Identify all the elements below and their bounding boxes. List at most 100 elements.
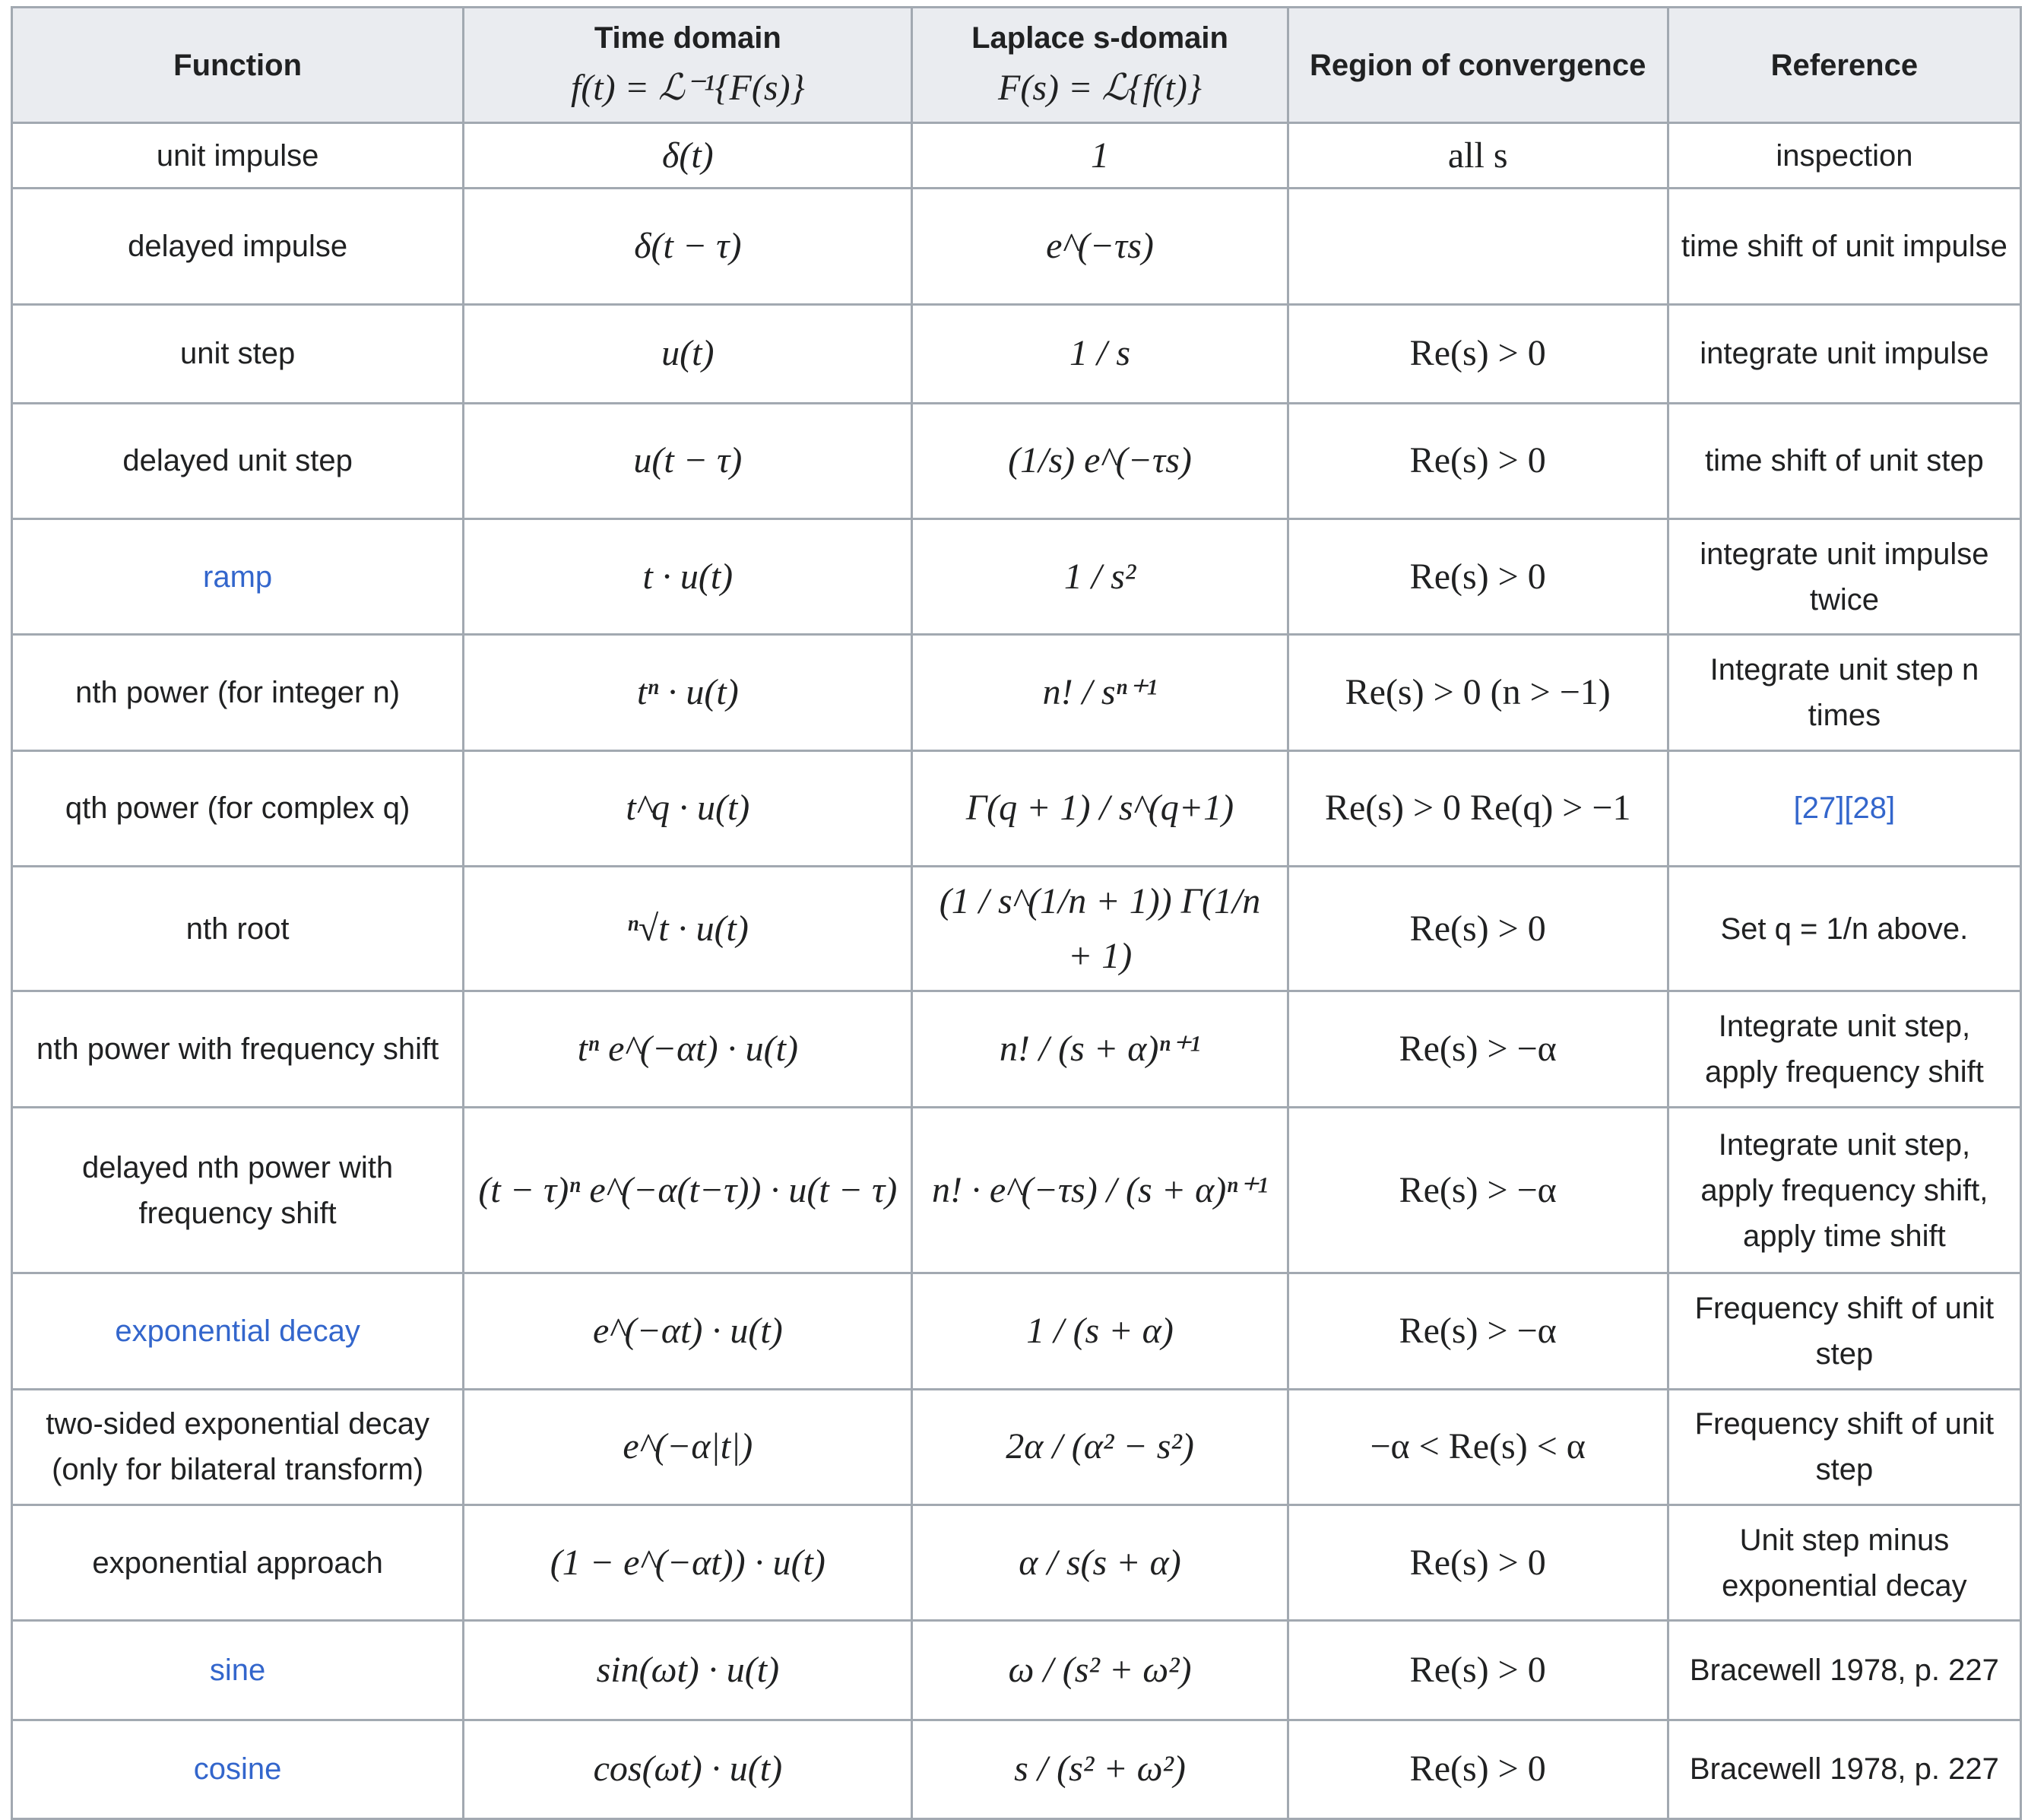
table-row: exponential approach (1 − e^(−αt)) · u(t)… — [10, 1503, 2023, 1622]
header-time-domain-label: Time domain — [594, 21, 781, 55]
table-row: ramp t · u(t) 1 / s² Re(s) > 0 integrate uni… — [10, 518, 2023, 636]
reference-cell-text: Frequency shift of unit step — [1694, 1291, 1995, 1371]
time-domain-cell: ⁿ√t · u(t) — [462, 865, 914, 993]
function-cell-text: nth power with frequency shift — [36, 1032, 439, 1067]
laplace-domain-cell-text: Γ(q + 1) / s^(q+1) — [965, 788, 1234, 829]
laplace-domain-cell-text: 1 / s² — [1063, 556, 1136, 597]
table-row: nth root ⁿ√t · u(t) (1 / s^(1/n + 1)) Γ(1/… — [10, 865, 2023, 993]
time-domain-cell-text: tⁿ e^(−αt) · u(t) — [577, 1029, 798, 1070]
roc-cell-text: Re(s) > 0 — [1409, 1649, 1546, 1690]
function-cell: exponential approach — [10, 1503, 465, 1622]
function-cell[interactable]: exponential decay — [10, 1272, 465, 1390]
laplace-domain-cell-text: 1 — [1091, 135, 1110, 176]
reference-cell: Bracewell 1978, p. 227 — [1666, 1619, 2023, 1721]
time-domain-cell: e^(−α|t|) — [462, 1387, 914, 1506]
laplace-domain-cell-text: 1 / (s + α) — [1026, 1310, 1174, 1351]
function-cell-text[interactable]: cosine — [194, 1752, 282, 1786]
time-domain-cell-text: ⁿ√t · u(t) — [626, 908, 749, 949]
function-cell[interactable]: sine — [10, 1619, 465, 1721]
table-row: nth power (for integer n) tⁿ · u(t) n! / s… — [10, 633, 2023, 752]
function-cell-text: exponential approach — [92, 1546, 383, 1580]
table-row: exponential decay e^(−αt) · u(t) 1 / (s + … — [10, 1272, 2023, 1390]
laplace-domain-cell: ω / (s² + ω²) — [911, 1619, 1289, 1721]
roc-cell: Re(s) > 0 — [1286, 1619, 1669, 1721]
reference-cell: Set q = 1/n above. — [1666, 865, 2023, 993]
time-domain-cell: u(t) — [462, 303, 914, 404]
function-cell-text[interactable]: exponential decay — [115, 1314, 360, 1348]
function-cell-text: unit impulse — [156, 138, 319, 173]
reference-cell: Integrate unit step, apply frequency shi… — [1666, 990, 2023, 1108]
reference-cell-text: Set q = 1/n above. — [1720, 912, 1969, 946]
reference-cell-text: time shift of unit impulse — [1681, 229, 2007, 263]
time-domain-cell-text: cos(ωt) · u(t) — [593, 1749, 783, 1790]
table-row: two-sided exponential decay (only for bi… — [10, 1387, 2023, 1506]
roc-cell-text: all s — [1447, 135, 1508, 176]
laplace-domain-cell-text: 1 / s — [1069, 333, 1131, 374]
laplace-domain-cell-text: n! / (s + α)ⁿ⁺¹ — [999, 1029, 1201, 1070]
reference-cell-text: Unit step minus exponential decay — [1722, 1523, 1967, 1603]
function-cell: delayed nth power with frequency shift — [10, 1105, 465, 1275]
reference-cell: Integrate unit step n times — [1666, 633, 2023, 752]
time-domain-cell-text: e^(−α|t|) — [623, 1426, 753, 1467]
reference-cell[interactable]: [27][28] — [1666, 749, 2023, 868]
reference-cell: Integrate unit step, apply frequency shi… — [1666, 1105, 2023, 1275]
roc-cell-text: Re(s) > −α — [1399, 1169, 1557, 1210]
roc-cell: Re(s) > 0 — [1286, 865, 1669, 993]
roc-cell: all s — [1286, 121, 1669, 190]
roc-cell-text: Re(s) > 0 (n > −1) — [1345, 672, 1611, 713]
header-laplace-domain-formula: F(s) = ℒ{f(t)} — [998, 67, 1202, 108]
reference-cell: inspection — [1666, 121, 2023, 190]
laplace-domain-cell: (1/s) e^(−τs) — [911, 401, 1289, 521]
laplace-domain-cell-text: α / s(s + α) — [1019, 1542, 1181, 1583]
function-cell: nth root — [10, 865, 465, 993]
header-laplace-domain: Laplace s-domain F(s) = ℒ{f(t)} — [911, 6, 1289, 124]
laplace-domain-cell: n! / (s + α)ⁿ⁺¹ — [911, 990, 1289, 1108]
roc-cell: Re(s) > 0 — [1286, 401, 1669, 521]
laplace-domain-cell-text: ω / (s² + ω²) — [1008, 1649, 1192, 1690]
function-cell-text[interactable]: sine — [210, 1654, 265, 1687]
time-domain-cell: cos(ωt) · u(t) — [462, 1718, 914, 1820]
time-domain-cell-text: (t − τ)ⁿ e^(−α(t−τ)) · u(t − τ) — [478, 1169, 898, 1210]
time-domain-cell: (1 − e^(−αt)) · u(t) — [462, 1503, 914, 1622]
time-domain-cell-text: tⁿ · u(t) — [636, 672, 739, 713]
reference-cell-text[interactable]: [27][28] — [1794, 791, 1895, 825]
header-laplace-domain-label: Laplace s-domain — [971, 21, 1228, 55]
time-domain-cell-text: δ(t − τ) — [634, 225, 742, 266]
laplace-domain-cell-text: n! · e^(−τs) / (s + α)ⁿ⁺¹ — [931, 1169, 1269, 1210]
reference-cell-text: Bracewell 1978, p. 227 — [1689, 1653, 1999, 1687]
table-row: unit step u(t) 1 / s Re(s) > 0 integrate uni… — [10, 303, 2023, 404]
laplace-domain-cell-text: (1 / s^(1/n + 1)) Γ(1/n + 1) — [939, 880, 1261, 976]
function-cell: nth power with frequency shift — [10, 990, 465, 1108]
function-cell: delayed impulse — [10, 187, 465, 306]
laplace-domain-cell: 1 — [911, 121, 1289, 190]
reference-cell-text: integrate unit impulse twice — [1700, 537, 1989, 617]
roc-cell-text: Re(s) > 0 — [1409, 556, 1546, 597]
time-domain-cell-text: e^(−αt) · u(t) — [592, 1310, 783, 1351]
roc-cell-text: −α < Re(s) < α — [1370, 1426, 1586, 1467]
time-domain-cell: (t − τ)ⁿ e^(−α(t−τ)) · u(t − τ) — [462, 1105, 914, 1275]
laplace-domain-cell: s / (s² + ω²) — [911, 1718, 1289, 1820]
header-time-domain-formula: f(t) = ℒ⁻¹{F(s)} — [570, 67, 805, 108]
laplace-domain-cell: n! · e^(−τs) / (s + α)ⁿ⁺¹ — [911, 1105, 1289, 1275]
function-cell[interactable]: cosine — [10, 1718, 465, 1820]
header-roc: Region of convergence — [1286, 6, 1669, 124]
reference-cell-text: Integrate unit step, apply frequency shi… — [1700, 1127, 1988, 1253]
laplace-domain-cell: n! / sⁿ⁺¹ — [911, 633, 1289, 752]
header-row: Function Time domain f(t) = ℒ⁻¹{F(s)} La… — [10, 6, 2023, 124]
roc-cell-text: Re(s) > 0 — [1409, 908, 1546, 949]
roc-cell: Re(s) > 0 — [1286, 1718, 1669, 1820]
function-cell-text: nth root — [185, 912, 290, 946]
reference-cell-text: Integrate unit step n times — [1710, 653, 1979, 733]
roc-cell-text: Re(s) > −α — [1399, 1310, 1557, 1351]
time-domain-cell: e^(−αt) · u(t) — [462, 1272, 914, 1390]
function-cell-text[interactable]: ramp — [203, 560, 272, 594]
laplace-domain-cell: 2α / (α² − s²) — [911, 1387, 1289, 1506]
roc-cell-text: Re(s) > −α — [1399, 1029, 1557, 1070]
roc-cell-text: Re(s) > 0 — [1409, 440, 1546, 481]
function-cell[interactable]: ramp — [10, 518, 465, 636]
laplace-domain-cell-text: (1/s) e^(−τs) — [1008, 440, 1192, 481]
laplace-domain-cell: α / s(s + α) — [911, 1503, 1289, 1622]
reference-cell-text: Integrate unit step, apply frequency shi… — [1704, 1010, 1984, 1089]
reference-cell-text: inspection — [1776, 138, 1913, 173]
time-domain-cell: tⁿ e^(−αt) · u(t) — [462, 990, 914, 1108]
